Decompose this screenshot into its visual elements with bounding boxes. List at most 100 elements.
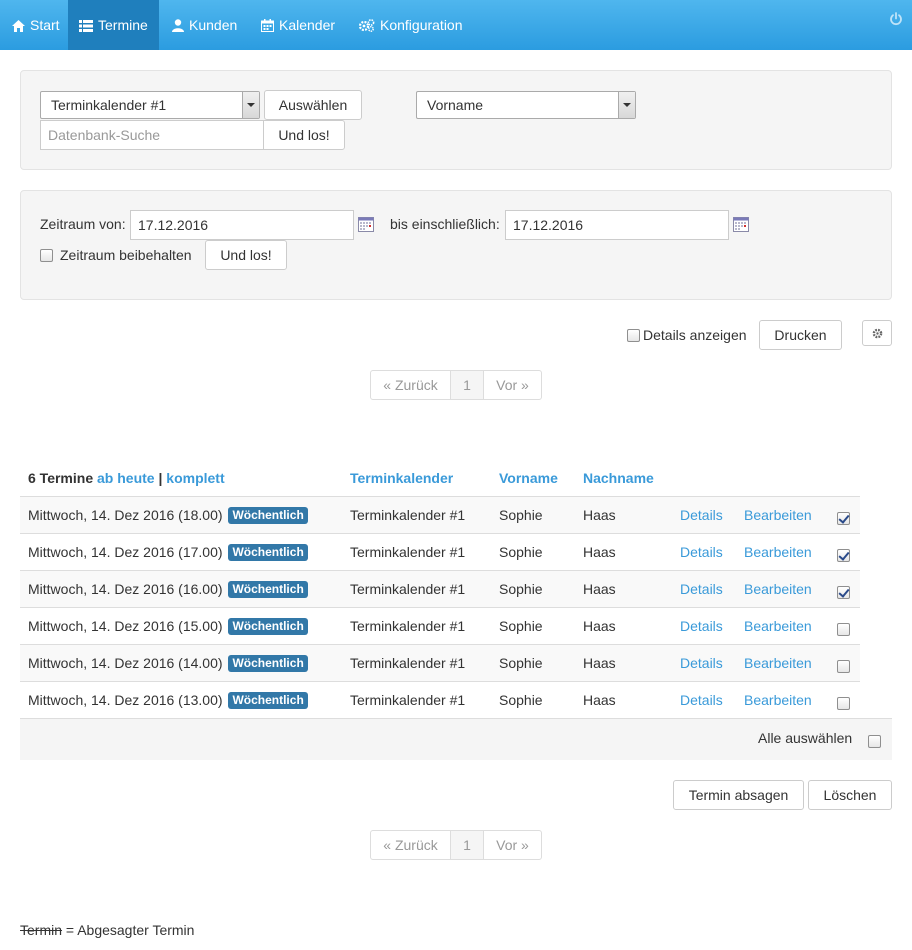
appointment-date: Mittwoch, 14. Dez 2016 (14.00)	[28, 655, 223, 671]
calendar-cell: Terminkalender #1	[350, 507, 466, 523]
details-link[interactable]: Details	[680, 544, 723, 560]
calendar-cell: Terminkalender #1	[350, 655, 466, 671]
calendar-cell: Terminkalender #1	[350, 618, 466, 634]
select-all-checkbox[interactable]	[868, 735, 881, 748]
calendar-icon	[261, 19, 274, 32]
pagination-bottom: « Zurück 1 Vor »	[370, 830, 542, 860]
keep-period-checkbox[interactable]	[40, 249, 53, 262]
edit-link[interactable]: Bearbeiten	[744, 581, 812, 597]
to-date-input[interactable]: 17.12.2016	[505, 210, 729, 240]
header-calendar[interactable]: Terminkalender	[350, 470, 453, 486]
gear-icon	[872, 328, 882, 339]
nav-kunden[interactable]: Kunden	[172, 0, 237, 50]
edit-link[interactable]: Bearbeiten	[744, 655, 812, 671]
table-row: Mittwoch, 14. Dez 2016 (13.00) Wöchentli…	[20, 681, 860, 718]
pagination-next[interactable]: Vor »	[484, 371, 541, 399]
from-label: Zeitraum von:	[40, 216, 126, 232]
edit-link[interactable]: Bearbeiten	[744, 544, 812, 560]
period-go-button[interactable]: Und los!	[205, 240, 287, 270]
legend-struck-text: Termin	[20, 922, 63, 938]
appointment-date-cell: Mittwoch, 14. Dez 2016 (16.00) Wöchentli…	[28, 581, 308, 598]
gears-icon	[358, 19, 375, 32]
row-checkbox[interactable]	[837, 512, 850, 525]
header-firstname[interactable]: Vorname	[499, 470, 558, 486]
header-separator: |	[158, 470, 163, 486]
lastname-cell: Haas	[583, 507, 616, 523]
pagination-prev[interactable]: « Zurück	[371, 831, 451, 859]
home-icon	[12, 20, 25, 32]
row-checkbox[interactable]	[837, 549, 850, 562]
nav-start[interactable]: Start	[12, 0, 60, 50]
recurrence-badge: Wöchentlich	[228, 581, 308, 598]
appointment-date: Mittwoch, 14. Dez 2016 (13.00)	[28, 692, 223, 708]
lastname-cell: Haas	[583, 692, 616, 708]
to-label: bis einschließlich:	[390, 216, 500, 232]
edit-link[interactable]: Bearbeiten	[744, 618, 812, 634]
pagination-page[interactable]: 1	[451, 371, 484, 399]
pagination-next[interactable]: Vor »	[484, 831, 541, 859]
settings-button[interactable]	[862, 320, 892, 346]
lastname-cell: Haas	[583, 544, 616, 560]
nav-kunden-label: Kunden	[189, 17, 238, 33]
firstname-cell: Sophie	[499, 692, 543, 708]
nav-start-label: Start	[30, 17, 60, 33]
chevron-down-icon	[618, 92, 635, 118]
nav-konfiguration[interactable]: Konfiguration	[358, 0, 463, 50]
details-label: Details anzeigen	[643, 327, 747, 343]
period-panel	[20, 190, 892, 300]
print-button[interactable]: Drucken	[759, 320, 842, 350]
power-icon[interactable]	[889, 12, 903, 29]
nav-kalender[interactable]: Kalender	[261, 0, 335, 50]
recurrence-badge: Wöchentlich	[228, 692, 308, 709]
user-icon	[172, 19, 184, 32]
details-link[interactable]: Details	[680, 618, 723, 634]
appointment-count: 6 Termine ab heute | komplett	[28, 470, 225, 486]
nav-termine[interactable]: Termine	[68, 0, 159, 50]
from-date-input[interactable]: 17.12.2016	[130, 210, 354, 240]
row-checkbox[interactable]	[837, 586, 850, 599]
recurrence-badge: Wöchentlich	[228, 655, 308, 672]
pagination-prev[interactable]: « Zurück	[371, 371, 451, 399]
firstname-cell: Sophie	[499, 544, 543, 560]
cancel-appointment-button[interactable]: Termin absagen	[673, 780, 804, 810]
search-button[interactable]: Und los!	[263, 120, 345, 150]
appointment-date-cell: Mittwoch, 14. Dez 2016 (17.00) Wöchentli…	[28, 544, 308, 561]
table-row: Mittwoch, 14. Dez 2016 (16.00) Wöchentli…	[20, 570, 860, 607]
firstname-cell: Sophie	[499, 618, 543, 634]
appointment-date: Mittwoch, 14. Dez 2016 (18.00)	[28, 507, 223, 523]
delete-button[interactable]: Löschen	[808, 780, 892, 810]
calendar-icon[interactable]	[358, 217, 374, 232]
details-link[interactable]: Details	[680, 507, 723, 523]
details-link[interactable]: Details	[680, 655, 723, 671]
select-calendar-button[interactable]: Auswählen	[264, 90, 362, 120]
firstname-cell: Sophie	[499, 655, 543, 671]
calendar-cell: Terminkalender #1	[350, 581, 466, 597]
table-row: Mittwoch, 14. Dez 2016 (14.00) Wöchentli…	[20, 644, 860, 681]
pagination-page[interactable]: 1	[451, 831, 484, 859]
legend: Termin = Abgesagter Termin	[20, 922, 194, 938]
details-link[interactable]: Details	[680, 692, 723, 708]
edit-link[interactable]: Bearbeiten	[744, 507, 812, 523]
nav-kalender-label: Kalender	[279, 17, 336, 33]
field-select[interactable]: Vorname	[416, 91, 636, 119]
details-link[interactable]: Details	[680, 581, 723, 597]
details-checkbox[interactable]	[627, 329, 640, 342]
edit-link[interactable]: Bearbeiten	[744, 692, 812, 708]
calendar-icon[interactable]	[733, 217, 749, 232]
row-checkbox[interactable]	[837, 697, 850, 710]
appointment-date: Mittwoch, 14. Dez 2016 (17.00)	[28, 544, 223, 560]
recurrence-badge: Wöchentlich	[228, 544, 308, 561]
calendar-cell: Terminkalender #1	[350, 692, 466, 708]
lastname-cell: Haas	[583, 581, 616, 597]
count-label: 6 Termine	[28, 470, 94, 486]
filter-today-link[interactable]: ab heute	[97, 470, 155, 486]
calendar-select[interactable]: Terminkalender #1	[40, 91, 260, 119]
header-lastname[interactable]: Nachname	[583, 470, 654, 486]
appointment-date: Mittwoch, 14. Dez 2016 (15.00)	[28, 618, 223, 634]
filter-all-link[interactable]: komplett	[166, 470, 224, 486]
row-checkbox[interactable]	[837, 623, 850, 636]
row-checkbox[interactable]	[837, 660, 850, 673]
firstname-cell: Sophie	[499, 581, 543, 597]
search-input[interactable]: Datenbank-Suche	[40, 120, 264, 150]
appointment-date: Mittwoch, 14. Dez 2016 (16.00)	[28, 581, 223, 597]
